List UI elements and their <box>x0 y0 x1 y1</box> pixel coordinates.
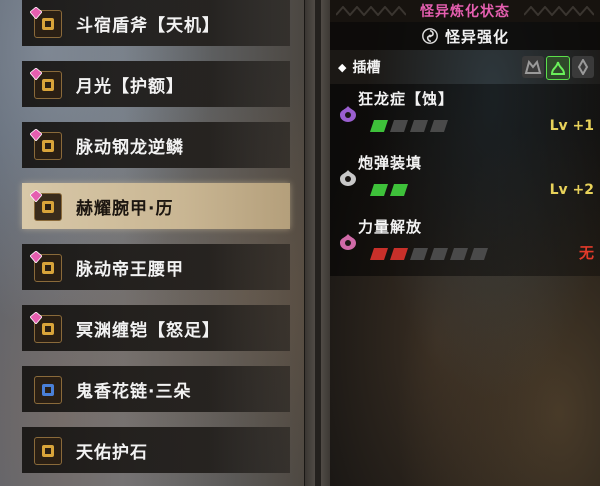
skill-level-segment <box>470 248 488 260</box>
qurio-gem-icon <box>29 126 43 142</box>
equipment-icon <box>29 126 64 162</box>
panel-title: 怪异炼化状态 <box>420 4 510 20</box>
skill-level: Lv +1 <box>550 118 594 134</box>
skill-entry: 炮弹装填 Lv +2 <box>330 148 600 212</box>
skill-level-segment <box>370 248 388 260</box>
qurio-gem-icon <box>29 65 43 81</box>
qurio-gem-icon <box>29 4 43 20</box>
skill-level-segment <box>370 184 388 196</box>
skill-level-value: +2 <box>572 182 594 198</box>
skill-entry: 力量解放无 <box>330 212 600 276</box>
equipment-name: 脉动钢龙逆鳞 <box>76 137 184 158</box>
equipment-name: 鬼香花链·三朵 <box>76 381 192 402</box>
equipment-list-panel: 斗宿盾斧【天机】 月光【护额】 脉动钢龙逆鳞 赫耀腕甲·历 脉动帝王腰甲冥渊缠铠【怒足】… <box>0 0 308 486</box>
equipment-icon <box>29 65 64 101</box>
skill-icon <box>338 168 358 188</box>
equipment-icon <box>30 372 64 406</box>
panel-header: 怪异炼化状态 <box>330 0 600 22</box>
skill-level-segment <box>390 120 408 132</box>
qurio-gem-icon <box>29 248 43 264</box>
equipment-row[interactable]: 赫耀腕甲·历 <box>22 183 290 229</box>
equipment-row[interactable]: 冥渊缠铠【怒足】 <box>22 305 290 351</box>
equipment-name: 斗宿盾斧【天机】 <box>76 15 220 36</box>
skill-name: 炮弹装填 <box>358 154 423 172</box>
skill-level-label: Lv <box>549 118 568 134</box>
skill-level-label: Lv <box>549 182 568 198</box>
header-zigzag-left <box>336 6 406 16</box>
skill-icon <box>338 104 358 124</box>
skill-level-segment <box>390 184 408 196</box>
equipment-icon <box>29 4 64 40</box>
skill-level-segment <box>410 248 428 260</box>
slot-icon-2[interactable] <box>546 56 570 80</box>
equipment-icon <box>30 433 64 467</box>
equipment-row[interactable]: 斗宿盾斧【天机】 <box>22 0 290 46</box>
equipment-name: 月光【护额】 <box>76 76 184 97</box>
scrollbar-track[interactable] <box>315 0 321 486</box>
header-zigzag-right <box>524 6 594 16</box>
qurio-gem-icon <box>29 187 43 203</box>
panel-subtitle: 怪异强化 <box>444 27 509 46</box>
skill-level-bars <box>370 184 408 196</box>
equipment-row[interactable]: 月光【护额】 <box>22 61 290 107</box>
slots-label: 插槽 <box>352 60 381 76</box>
skill-level-segment <box>430 248 448 260</box>
skill-level-value: +1 <box>572 118 594 134</box>
qurio-status-panel: 怪异炼化状态 怪异强化 ◆ 插槽 狂龙症【蚀】 Lv +1 炮弹装填 Lv +2 力量解… <box>330 0 600 486</box>
equipment-icon <box>29 187 64 223</box>
diamond-icon: ◆ <box>338 60 347 74</box>
skill-level-segment <box>430 120 448 132</box>
skill-level-bars <box>370 248 488 260</box>
skill-level: Lv +2 <box>550 182 594 198</box>
equipment-name: 冥渊缠铠【怒足】 <box>76 320 220 341</box>
skill-entry: 狂龙症【蚀】 Lv +1 <box>330 84 600 148</box>
equipment-name: 脉动帝王腰甲 <box>76 259 184 280</box>
skill-name: 力量解放 <box>358 218 423 236</box>
qurio-gem-icon <box>29 309 43 325</box>
skill-icon <box>338 232 358 252</box>
skill-level-segment <box>450 248 468 260</box>
swirl-icon <box>422 28 438 44</box>
slots-row: ◆ 插槽 <box>330 54 600 80</box>
equipment-row[interactable]: 脉动帝王腰甲 <box>22 244 290 290</box>
slot-icons <box>522 56 594 80</box>
slot-icon-1[interactable] <box>522 56 544 78</box>
equipment-row[interactable]: 脉动钢龙逆鳞 <box>22 122 290 168</box>
skill-level-segment <box>410 120 428 132</box>
equipment-name: 天佑护石 <box>76 442 148 463</box>
scrollbar[interactable] <box>304 0 332 486</box>
skill-none-label: 无 <box>578 244 594 262</box>
equipment-name: 赫耀腕甲·历 <box>76 198 174 219</box>
equipment-icon <box>29 248 64 284</box>
skill-level-bars <box>370 120 448 132</box>
skill-level-segment <box>390 248 408 260</box>
panel-subheader: 怪异强化 <box>330 22 600 50</box>
skill-name: 狂龙症【蚀】 <box>358 90 455 108</box>
slot-icon-3[interactable] <box>572 56 594 78</box>
equipment-icon <box>29 309 64 345</box>
equipment-row[interactable]: 鬼香花链·三朵 <box>22 366 290 412</box>
equipment-row[interactable]: 天佑护石 <box>22 427 290 473</box>
skill-level-segment <box>370 120 388 132</box>
